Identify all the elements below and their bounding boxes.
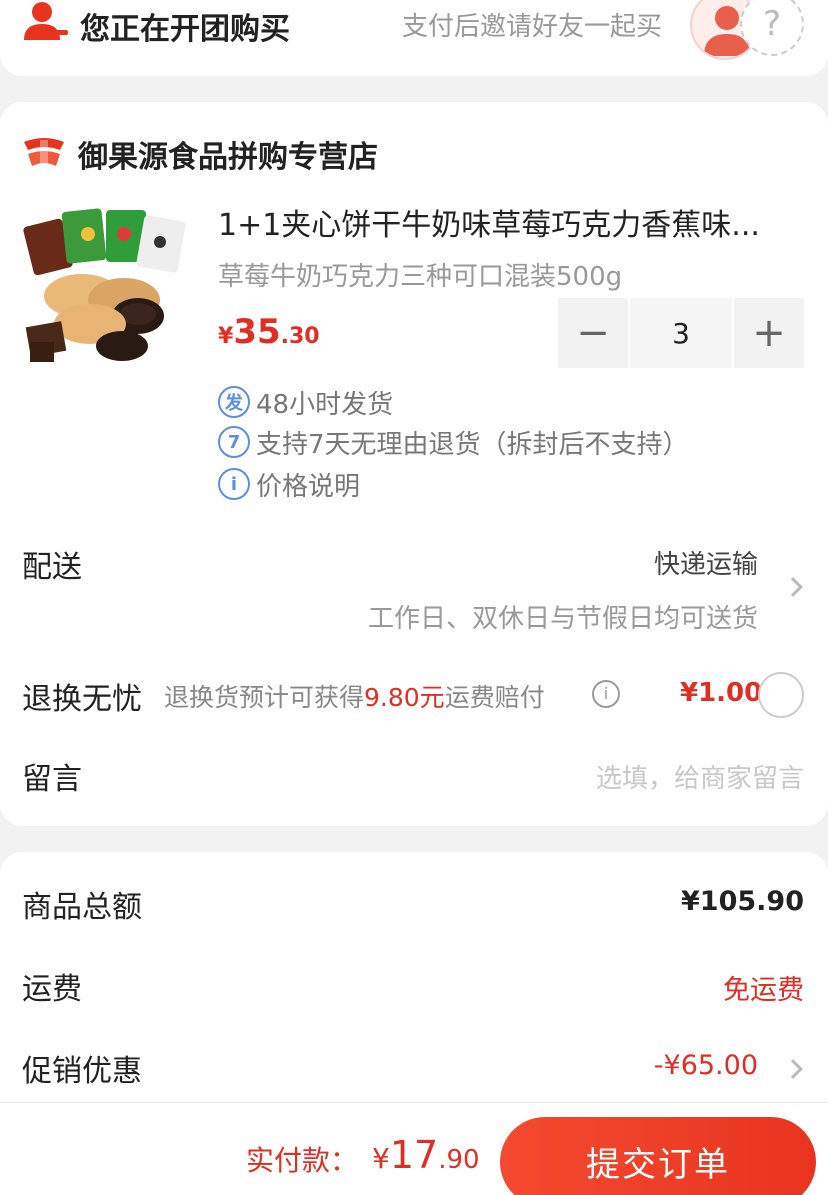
shipping-fee-label: 运费 bbox=[22, 972, 82, 1007]
delivery-method[interactable]: 快递运输 bbox=[654, 544, 758, 581]
return-insurance-desc: 退换货预计可获得9.80元运费赔付 bbox=[164, 678, 545, 714]
price-integer: 35 bbox=[233, 312, 281, 352]
return-insurance-radio[interactable] bbox=[758, 672, 804, 718]
checkout-bar: 实付款： ¥17.90 提交订单 bbox=[0, 1102, 828, 1195]
store-logo-icon bbox=[24, 138, 64, 166]
service-text: 价格说明 bbox=[256, 471, 361, 502]
service-text: 48小时发货 bbox=[256, 389, 394, 420]
store-name[interactable]: 御果源食品拼购专营店 bbox=[78, 132, 378, 176]
promotion-label: 促销优惠 bbox=[22, 1054, 142, 1089]
pay-currency: ¥ bbox=[372, 1142, 390, 1175]
submit-order-button[interactable]: 提交订单 bbox=[500, 1117, 816, 1195]
product-image[interactable] bbox=[22, 204, 196, 370]
invite-hint: 支付后邀请好友一起买 bbox=[402, 12, 663, 42]
order-card: 御果源食品拼购专营店 1+1夹心饼干牛奶味草莓巧克力香蕉味... 草莓牛奶巧克力… bbox=[0, 102, 828, 826]
unit-price: ¥35.30 bbox=[218, 312, 320, 352]
return-insurance-price: ¥1.00 bbox=[680, 678, 763, 708]
user-icon bbox=[24, 2, 68, 40]
seven-day-badge-icon: 7 bbox=[218, 426, 250, 458]
chevron-right-icon[interactable] bbox=[783, 577, 803, 597]
quantity-stepper: − 3 + bbox=[558, 298, 804, 368]
service-shipping-48h: 发 48小时发货 bbox=[218, 384, 393, 420]
cookie-product-image bbox=[23, 208, 186, 362]
goods-total-value: ¥105.90 bbox=[681, 886, 804, 917]
service-text: 支持7天无理由退货（拆封后不支持） bbox=[256, 429, 689, 460]
info-icon[interactable]: i bbox=[592, 680, 620, 708]
message-input[interactable]: 选填，给商家留言 bbox=[596, 758, 804, 795]
increase-quantity-button[interactable]: + bbox=[734, 298, 804, 368]
empty-member-slot[interactable]: ? bbox=[740, 0, 804, 56]
pay-decimal: .90 bbox=[438, 1145, 480, 1175]
return-desc-prefix: 退换货预计可获得 bbox=[164, 683, 365, 712]
promotion-value[interactable]: -¥65.00 bbox=[654, 1050, 758, 1081]
info-icon: i bbox=[218, 468, 250, 500]
product-spec: 草莓牛奶巧克力三种可口混装500g bbox=[218, 262, 623, 292]
goods-total-label: 商品总额 bbox=[22, 890, 142, 925]
group-buy-banner: 您正在开团购买 支付后邀请好友一起买 ? bbox=[0, 0, 828, 76]
ship-badge-icon: 发 bbox=[218, 386, 250, 418]
delivery-label: 配送 bbox=[22, 550, 82, 585]
price-currency: ¥ bbox=[218, 324, 234, 349]
group-buy-title: 您正在开团购买 bbox=[80, 12, 290, 47]
pay-label: 实付款： bbox=[246, 1144, 359, 1177]
price-decimal: .30 bbox=[280, 324, 320, 349]
pay-amount: ¥17.90 bbox=[372, 1133, 480, 1177]
chevron-right-icon[interactable] bbox=[783, 1059, 803, 1079]
return-desc-amount: 9.80元 bbox=[364, 683, 445, 712]
quantity-value[interactable]: 3 bbox=[630, 298, 732, 368]
shipping-fee-value: 免运费 bbox=[723, 975, 804, 1006]
product-title[interactable]: 1+1夹心饼干牛奶味草莓巧克力香蕉味... bbox=[218, 200, 798, 244]
return-insurance-label: 退换无忧 bbox=[22, 682, 142, 717]
decrease-quantity-button[interactable]: − bbox=[558, 298, 628, 368]
return-desc-suffix: 运费赔付 bbox=[444, 683, 545, 712]
message-label: 留言 bbox=[22, 762, 82, 797]
pay-integer: 17 bbox=[389, 1133, 439, 1177]
delivery-desc: 工作日、双休日与节假日均可送货 bbox=[367, 604, 758, 634]
service-price-explanation[interactable]: i 价格说明 bbox=[218, 466, 360, 502]
service-7day-return: 7 支持7天无理由退货（拆封后不支持） bbox=[218, 424, 689, 460]
